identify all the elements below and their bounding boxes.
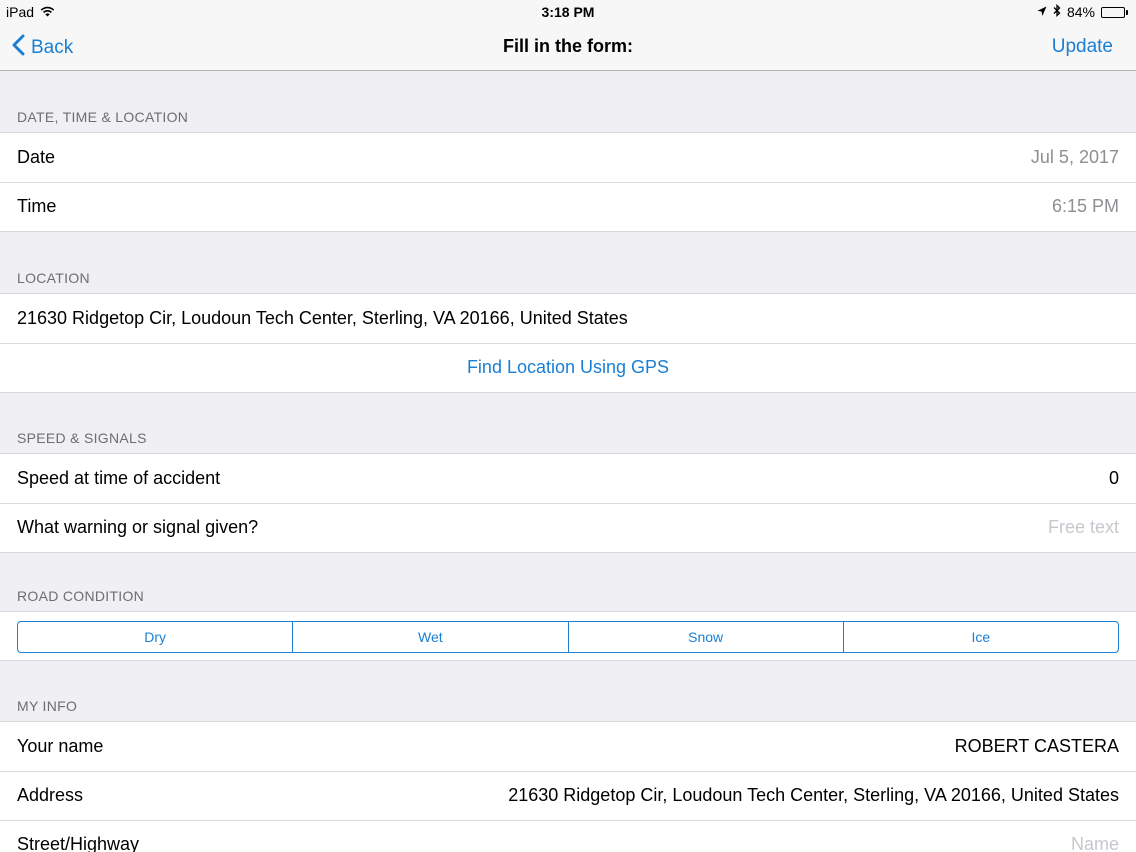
speed-label: Speed at time of accident [17,468,221,488]
signal-row[interactable]: What warning or signal given? Free text [0,503,1136,552]
name-row[interactable]: Your name ROBERT CASTERA [0,722,1136,771]
navigation-bar: Back Fill in the form: Update [0,24,1136,71]
date-value: Jul 5, 2017 [1030,147,1119,167]
location-group: 21630 Ridgetop Cir, Loudoun Tech Center,… [0,293,1136,393]
speed-row[interactable]: Speed at time of accident 0 [0,454,1136,503]
signal-input[interactable]: Free text [1048,517,1119,538]
street-input[interactable]: Name [1071,834,1119,852]
street-row[interactable]: Street/Highway Name [0,820,1136,852]
road-condition-segmented-control: Dry Wet Snow Ice [17,621,1119,653]
time-label: Time [17,196,57,216]
road-condition-group: Dry Wet Snow Ice [0,611,1136,661]
section-header-road: ROAD CONDITION [17,588,145,604]
page-title: Fill in the form: [503,36,633,56]
datetime-group: Date Jul 5, 2017 Time 6:15 PM [0,132,1136,232]
status-bar: iPad 3:18 PM 84% [0,0,1136,24]
status-right: 84% [1037,3,1128,20]
gps-button-label: Find Location Using GPS [466,357,670,377]
speed-value[interactable]: 0 [1109,468,1119,489]
segment-dry[interactable]: Dry [18,622,292,652]
signal-label: What warning or signal given? [17,517,259,537]
section-header-my-info: MY INFO [17,698,78,714]
date-row[interactable]: Date Jul 5, 2017 [0,133,1136,182]
name-label: Your name [17,736,104,756]
section-header-speed: SPEED & SIGNALS [17,430,147,446]
bluetooth-icon [1053,3,1061,20]
find-location-gps-button[interactable]: Find Location Using GPS [0,343,1136,392]
location-arrow-icon [1037,4,1047,20]
segment-ice[interactable]: Ice [842,622,1118,652]
location-address-row[interactable]: 21630 Ridgetop Cir, Loudoun Tech Center,… [0,294,1136,343]
battery-icon [1101,6,1128,18]
date-label: Date [17,147,56,167]
street-label: Street/Highway [17,834,140,852]
segment-snow[interactable]: Snow [567,622,843,652]
segment-wet[interactable]: Wet [292,622,567,652]
update-button[interactable]: Update [1052,36,1113,58]
battery-percent: 84% [1066,4,1095,20]
address-label: Address [17,785,84,805]
my-info-group: Your name ROBERT CASTERA Address 21630 R… [0,721,1136,852]
speed-group: Speed at time of accident 0 What warning… [0,453,1136,553]
time-value: 6:15 PM [1051,196,1119,216]
name-value[interactable]: ROBERT CASTERA [955,736,1119,757]
time-row[interactable]: Time 6:15 PM [0,182,1136,231]
status-time: 3:18 PM [541,4,595,20]
section-header-location: LOCATION [17,270,90,286]
section-header-datetime: DATE, TIME & LOCATION [17,109,189,125]
address-value[interactable]: 21630 Ridgetop Cir, Loudoun Tech Center,… [508,785,1119,806]
location-address: 21630 Ridgetop Cir, Loudoun Tech Center,… [17,308,628,328]
address-row[interactable]: Address 21630 Ridgetop Cir, Loudoun Tech… [0,771,1136,820]
